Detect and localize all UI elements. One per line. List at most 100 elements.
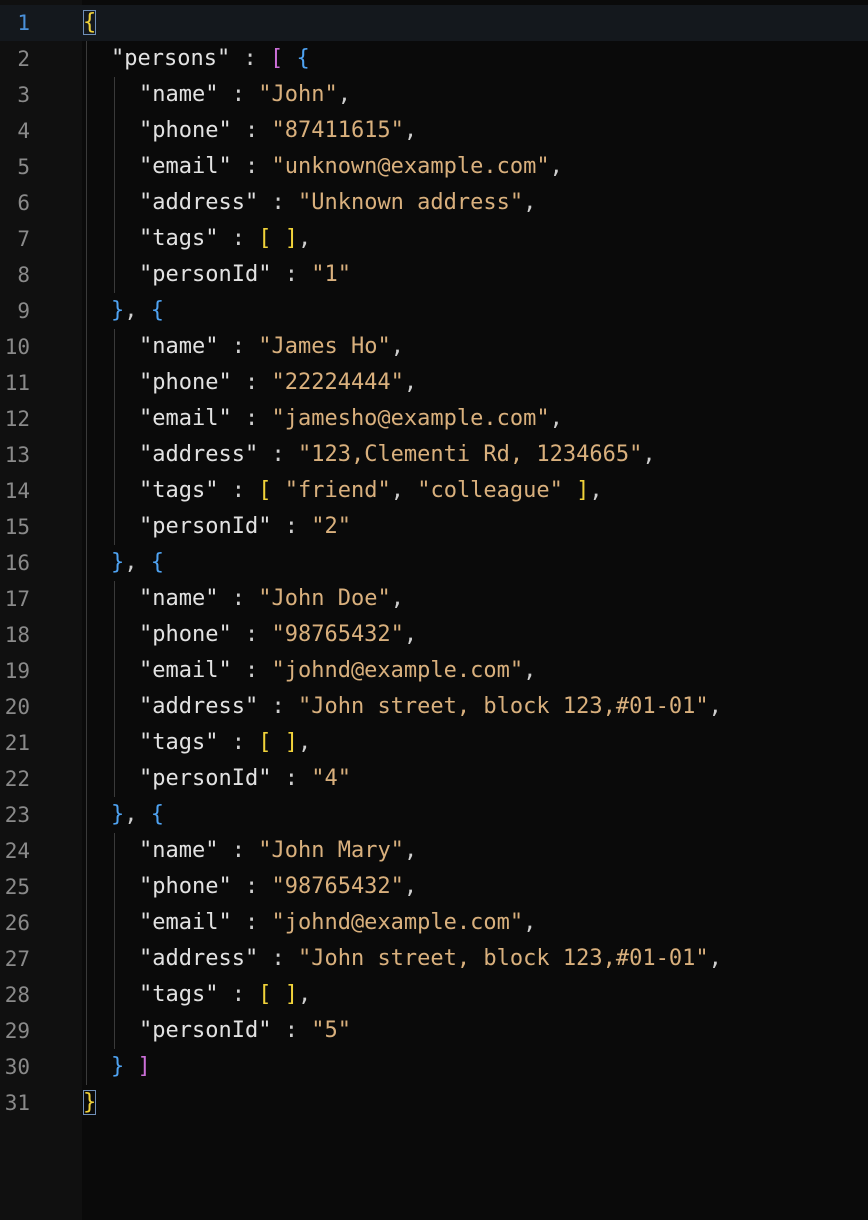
- line-number: 17: [4, 587, 30, 611]
- line-number: 19: [4, 659, 30, 683]
- code-line[interactable]: 5 "email" : "unknown@example.com",: [0, 149, 868, 185]
- punctuation: ,: [642, 442, 656, 467]
- code-line[interactable]: 18 "phone" : "98765432",: [0, 617, 868, 653]
- code-line[interactable]: 27 "address" : "John street, block 123,#0…: [0, 941, 868, 977]
- code-line[interactable]: 4 "phone" : "87411615",: [0, 113, 868, 149]
- punctuation: ,: [124, 802, 151, 827]
- code-text[interactable]: "name" : "John",: [139, 77, 351, 113]
- punctuation: :: [230, 46, 270, 71]
- code-line[interactable]: 2 "persons" : [ {: [0, 41, 868, 77]
- code-line[interactable]: 12 "email" : "jamesho@example.com",: [0, 401, 868, 437]
- punctuation: :: [218, 730, 259, 755]
- code-text[interactable]: "address" : "John street, block 123,#01-…: [139, 941, 722, 977]
- code-text[interactable]: "email" : "johnd@example.com",: [139, 905, 536, 941]
- json-key: "email": [139, 658, 232, 683]
- code-text[interactable]: "name" : "John Mary",: [139, 833, 417, 869]
- json-key: "address": [139, 946, 259, 971]
- line-number: 27: [4, 947, 30, 971]
- code-text[interactable]: "personId" : "4": [139, 761, 351, 797]
- code-line[interactable]: 15 "personId" : "2": [0, 509, 868, 545]
- code-line[interactable]: 13 "address" : "123,Clementi Rd, 1234665"…: [0, 437, 868, 473]
- line-number: 23: [4, 803, 30, 827]
- code-editor[interactable]: 1{2 "persons" : [ {3 "name" : "John", 4 "pho…: [0, 0, 868, 1220]
- code-line[interactable]: 9}, {: [0, 293, 868, 329]
- code-text[interactable]: "phone" : "22224444",: [139, 365, 417, 401]
- code-line[interactable]: 1{: [0, 5, 868, 41]
- code-text[interactable]: "phone" : "87411615",: [139, 113, 417, 149]
- code-text[interactable]: "email" : "jamesho@example.com",: [139, 401, 563, 437]
- code-line[interactable]: 25 "phone" : "98765432",: [0, 869, 868, 905]
- code-line[interactable]: 6 "address" : "Unknown address",: [0, 185, 868, 221]
- code-line[interactable]: 10 "name" : "James Ho",: [0, 329, 868, 365]
- code-text[interactable]: "tags" : [ ],: [139, 221, 311, 257]
- json-key: "tags": [139, 982, 219, 1007]
- code-text[interactable]: "tags" : [ ],: [139, 977, 311, 1013]
- json-key: "tags": [139, 226, 219, 251]
- code-text[interactable]: "name" : "James Ho",: [139, 329, 404, 365]
- bracket: [ ]: [258, 226, 298, 251]
- code-line[interactable]: 29 "personId" : "5": [0, 1013, 868, 1049]
- code-line[interactable]: 16 }, {: [0, 545, 868, 581]
- code-text[interactable]: "phone" : "98765432",: [139, 869, 417, 905]
- code-text[interactable]: "phone" : "98765432",: [139, 617, 417, 653]
- punctuation: ,: [403, 874, 418, 899]
- code-line[interactable]: 14 "tags" : [ "friend", "colleague" ],: [0, 473, 868, 509]
- code-line[interactable]: 26 "email" : "johnd@example.com",: [0, 905, 868, 941]
- code-text[interactable]: } ]: [111, 1049, 151, 1085]
- code-text[interactable]: "name" : "John Doe",: [139, 581, 404, 617]
- code-text[interactable]: }, {: [111, 293, 164, 329]
- punctuation: :: [271, 262, 312, 287]
- json-string: "123,Clementi Rd, 1234665": [297, 442, 643, 467]
- punctuation: :: [271, 514, 312, 539]
- code-line[interactable]: 8 "personId" : "1": [0, 257, 868, 293]
- code-line[interactable]: 20 "address" : "John street, block 123,#0…: [0, 689, 868, 725]
- punctuation: ,: [708, 946, 722, 971]
- punctuation: [283, 46, 296, 71]
- code-text[interactable]: "address" : "John street, block 123,#01-…: [139, 689, 722, 725]
- code-text[interactable]: }, {: [111, 797, 164, 833]
- code-line[interactable]: 17 "name" : "John Doe",: [0, 581, 868, 617]
- bracket: ]: [576, 478, 590, 503]
- code-text[interactable]: }: [83, 1085, 97, 1121]
- code-line[interactable]: 19 "email" : "johnd@example.com",: [0, 653, 868, 689]
- bracket: ]: [137, 1054, 151, 1079]
- code-text[interactable]: "personId" : "1": [139, 257, 351, 293]
- json-key: "email": [139, 154, 232, 179]
- punctuation: :: [258, 442, 298, 467]
- line-number: 28: [4, 983, 30, 1007]
- code-text[interactable]: "tags" : [ ],: [139, 725, 311, 761]
- line-number: 1: [17, 11, 30, 35]
- code-line[interactable]: 22 "personId" : "4": [0, 761, 868, 797]
- punctuation: ,: [124, 298, 151, 323]
- code-line[interactable]: 21 "tags" : [ ],: [0, 725, 868, 761]
- punctuation: ,: [523, 910, 537, 935]
- json-key: "personId": [139, 766, 272, 791]
- code-text[interactable]: "personId" : "2": [139, 509, 351, 545]
- json-key: "name": [139, 82, 219, 107]
- code-text[interactable]: {: [83, 5, 97, 41]
- code-line[interactable]: 11 "phone" : "22224444",: [0, 365, 868, 401]
- code-line[interactable]: 28 "tags" : [ ],: [0, 977, 868, 1013]
- code-line[interactable]: 23 }, {: [0, 797, 868, 833]
- code-line[interactable]: 7 "tags" : [ ],: [0, 221, 868, 257]
- code-line[interactable]: 30} ]: [0, 1049, 868, 1085]
- line-number: 16: [4, 551, 30, 575]
- code-text[interactable]: "address" : "123,Clementi Rd, 1234665",: [139, 437, 656, 473]
- code-text[interactable]: "persons" : [ {: [111, 41, 310, 77]
- code-text[interactable]: "tags" : [ "friend", "colleague" ],: [139, 473, 603, 509]
- code-text[interactable]: "email" : "johnd@example.com",: [139, 653, 536, 689]
- json-key: "address": [139, 694, 259, 719]
- code-text[interactable]: "personId" : "5": [139, 1013, 351, 1049]
- code-line[interactable]: 3 "name" : "John",: [0, 77, 868, 113]
- code-text[interactable]: "email" : "unknown@example.com",: [139, 149, 563, 185]
- code-text[interactable]: }, {: [111, 545, 164, 581]
- punctuation: :: [258, 694, 298, 719]
- code-line[interactable]: 24 "name" : "John Mary",: [0, 833, 868, 869]
- bracket: }: [111, 298, 125, 323]
- punctuation: ,: [589, 478, 603, 503]
- bracket: [ ]: [258, 982, 298, 1007]
- code-text[interactable]: "address" : "Unknown address",: [139, 185, 536, 221]
- punctuation: ,: [297, 730, 312, 755]
- bracket: {: [296, 46, 310, 71]
- code-line[interactable]: 31}: [0, 1085, 868, 1121]
